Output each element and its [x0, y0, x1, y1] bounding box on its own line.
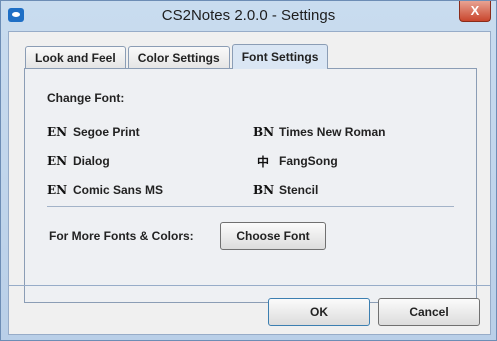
font-option-label: FangSong — [279, 154, 338, 168]
settings-window: CS2Notes 2.0.0 - Settings X Look and Fee… — [0, 0, 497, 341]
cancel-button[interactable]: Cancel — [378, 298, 480, 326]
tab-font-settings[interactable]: Font Settings — [231, 44, 329, 69]
dialog-body: Look and Feel Color Settings Font Settin… — [8, 31, 491, 335]
font-glyph-icon: BN — [253, 125, 275, 139]
footer-separator — [9, 285, 490, 286]
font-option-dialog[interactable]: EN Dialog — [47, 152, 110, 170]
font-option-stencil[interactable]: BN Stencil — [253, 181, 318, 199]
font-option-label: Times New Roman — [279, 125, 386, 139]
choose-font-button[interactable]: Choose Font — [220, 222, 326, 250]
font-glyph-icon: BN — [253, 183, 275, 197]
ok-button[interactable]: OK — [268, 298, 370, 326]
font-option-label: Stencil — [279, 183, 319, 197]
tab-look-and-feel[interactable]: Look and Feel — [25, 46, 126, 69]
font-option-fangsong[interactable]: 中 FangSong — [253, 152, 338, 170]
font-glyph-icon: EN — [47, 183, 68, 197]
font-glyph-icon: EN — [47, 154, 68, 168]
change-font-heading: Change Font: — [47, 91, 125, 105]
font-settings-panel: Change Font: EN Segoe Print EN Dialog EN… — [24, 68, 477, 303]
window-title: CS2Notes 2.0.0 - Settings — [161, 7, 336, 24]
settings-tabs: Look and Feel Color Settings Font Settin… — [25, 44, 330, 69]
font-glyph-icon: EN — [47, 125, 68, 139]
close-button[interactable]: X — [459, 1, 491, 22]
font-option-times-new-roman[interactable]: BN Times New Roman — [253, 123, 385, 141]
tab-color-settings[interactable]: Color Settings — [127, 46, 230, 69]
font-glyph-icon: 中 — [256, 154, 269, 169]
more-fonts-label: For More Fonts & Colors: — [49, 229, 194, 243]
font-option-segoe-print[interactable]: EN Segoe Print — [47, 123, 140, 141]
title-bar[interactable]: CS2Notes 2.0.0 - Settings X — [1, 1, 496, 31]
panel-divider — [47, 206, 454, 207]
font-option-label: Comic Sans MS — [73, 183, 164, 197]
font-option-comic-sans[interactable]: EN Comic Sans MS — [47, 181, 163, 199]
font-option-label: Segoe Print — [73, 125, 140, 139]
font-option-label: Dialog — [73, 154, 110, 168]
